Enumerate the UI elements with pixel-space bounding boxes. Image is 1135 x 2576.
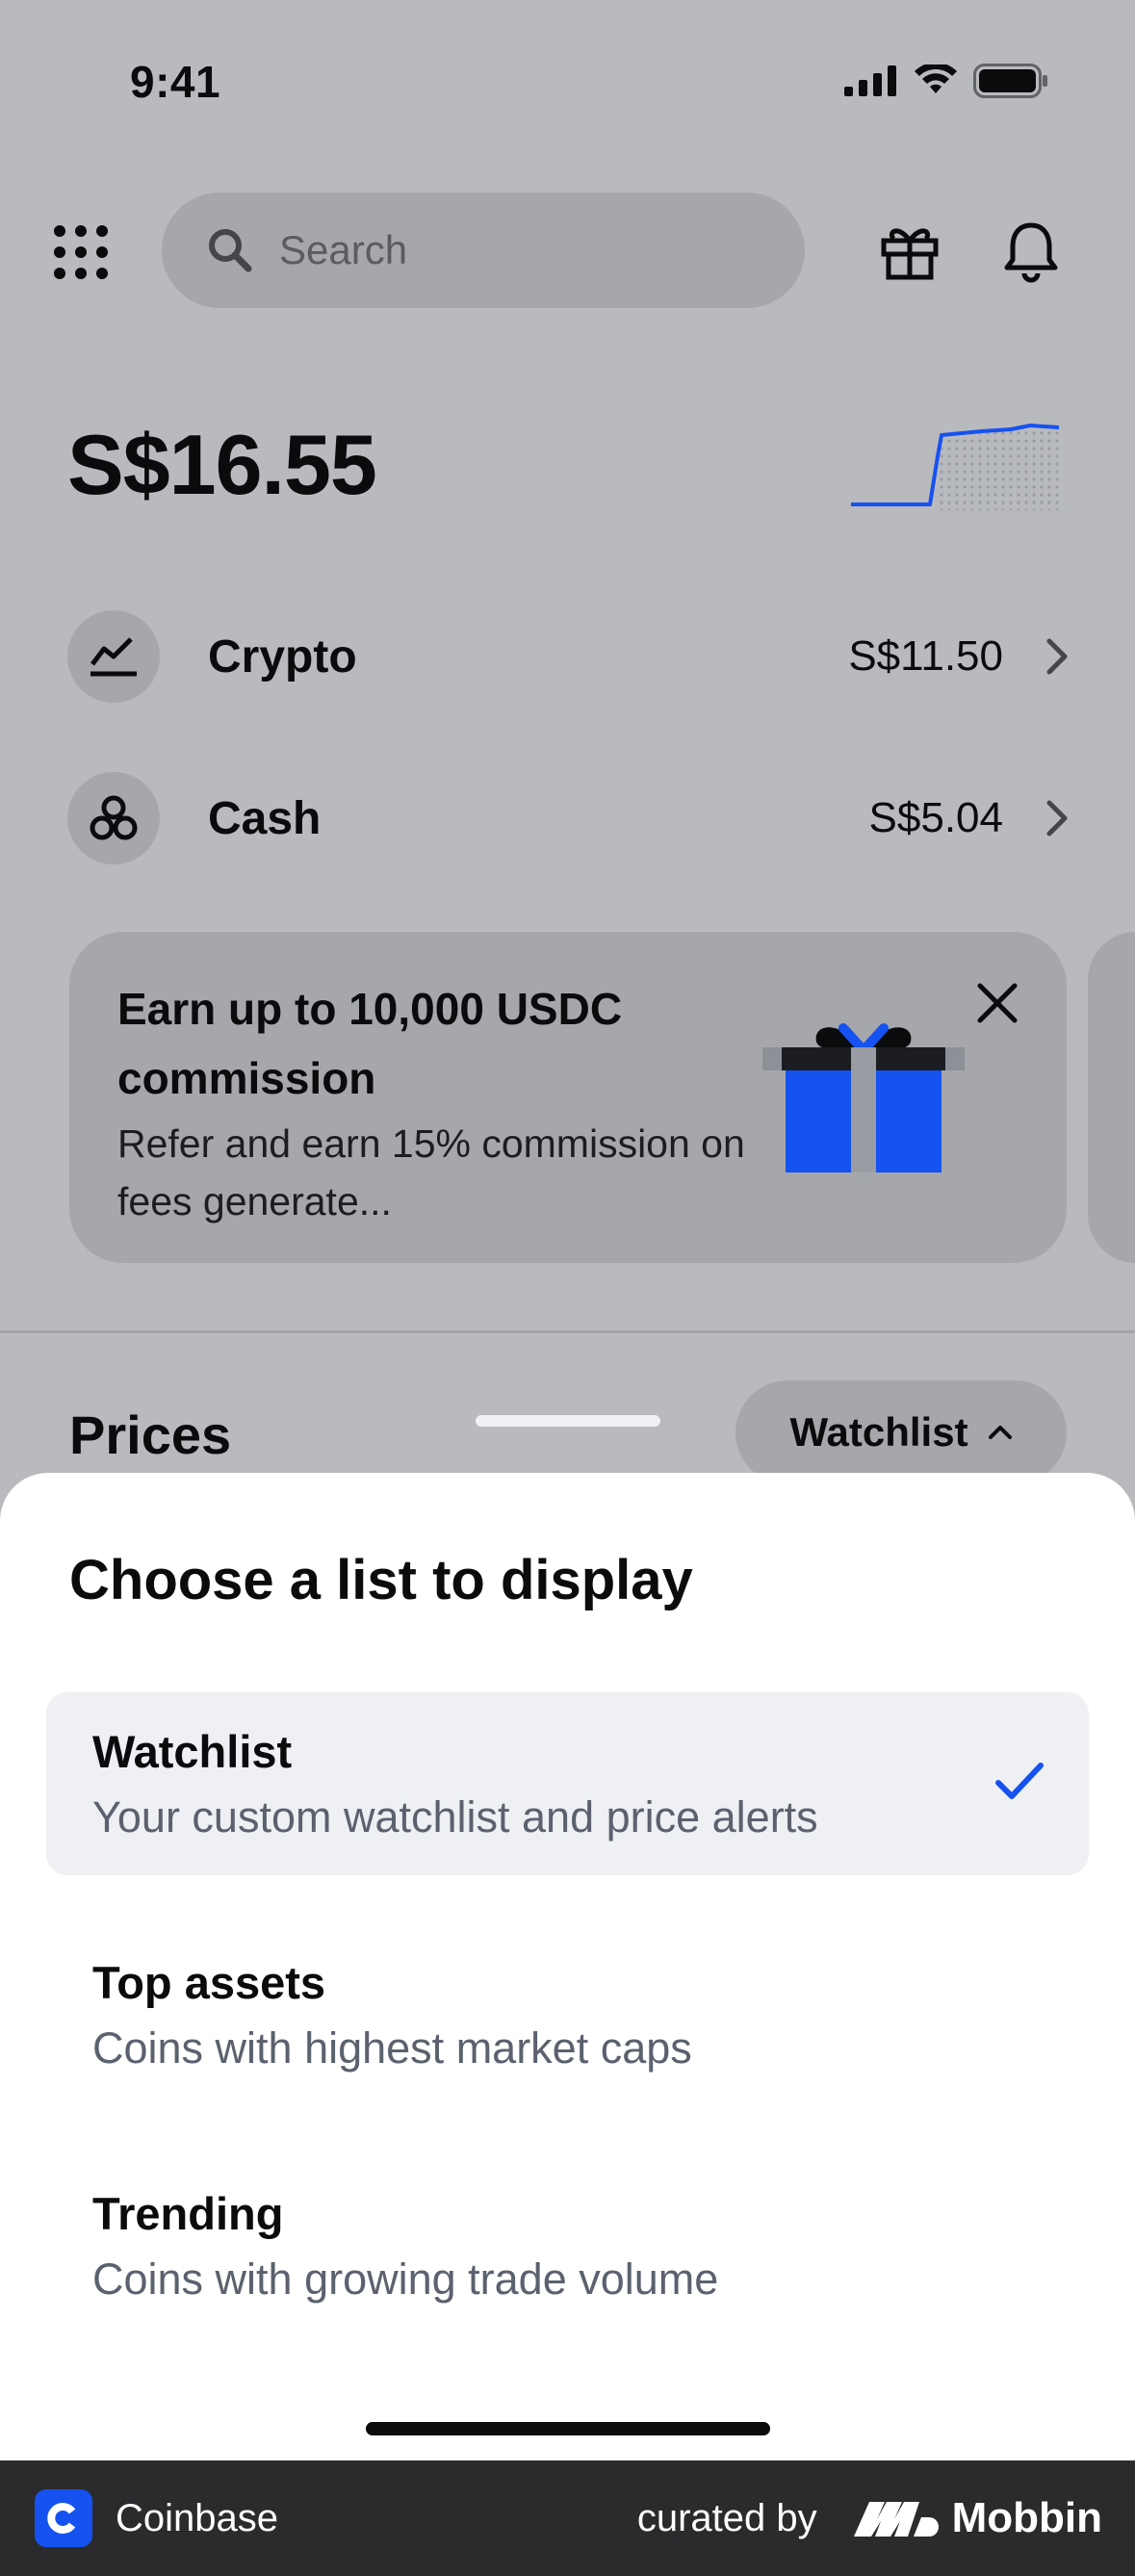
asset-label: Crypto	[208, 631, 357, 683]
top-bar: Search	[0, 193, 1135, 312]
asset-value: S$5.04	[868, 794, 1003, 841]
attribution-footer: Coinbase curated by Mobbin	[0, 2460, 1135, 2576]
sheet-grab-handle[interactable]	[476, 1415, 660, 1427]
close-icon[interactable]	[972, 978, 1022, 1028]
status-time: 9:41	[130, 57, 221, 107]
promo-body: Refer and earn 15% commission on fees ge…	[117, 1121, 745, 1224]
list-picker-sheet: Choose a list to display Watchlist Your …	[0, 1473, 1135, 2460]
option-subtitle: Coins with highest market caps	[92, 2023, 692, 2073]
battery-icon	[973, 64, 1047, 98]
brand-name: Mobbin	[951, 2494, 1102, 2541]
promo-title: Earn up to 10,000 USDC commission	[117, 984, 623, 1103]
list-option-trending[interactable]: Trending Coins with growing trade volume	[46, 2154, 1089, 2337]
list-option-watchlist[interactable]: Watchlist Your custom watchlist and pric…	[46, 1692, 1089, 1875]
cash-coins-icon	[67, 772, 160, 864]
home-indicator[interactable]	[366, 2422, 770, 2435]
checkmark-icon	[995, 1763, 1044, 1799]
watchlist-dropdown-button[interactable]: Watchlist	[735, 1380, 1067, 1484]
divider	[0, 1330, 1135, 1333]
search-bar[interactable]: Search	[162, 193, 805, 308]
mobbin-logo-icon	[853, 2502, 939, 2537]
referral-promo-card[interactable]: Earn up to 10,000 USDC commission Refer …	[69, 932, 1067, 1263]
asset-row-crypto[interactable]: Crypto S$11.50	[67, 608, 1069, 705]
notification-bell-icon[interactable]	[1001, 219, 1061, 283]
status-icons	[844, 64, 1048, 98]
option-subtitle: Coins with growing trade volume	[92, 2254, 719, 2304]
curated-by-label: curated by	[636, 2496, 817, 2539]
search-placeholder: Search	[279, 227, 408, 272]
gift-icon[interactable]	[880, 221, 940, 281]
prices-title: Prices	[69, 1404, 232, 1465]
option-title: Top assets	[92, 1957, 326, 2008]
balance-sparkline[interactable]	[847, 416, 1059, 512]
option-title: Trending	[92, 2188, 284, 2239]
chevron-right-icon	[1046, 638, 1068, 675]
list-option-top-assets[interactable]: Top assets Coins with highest market cap…	[46, 1923, 1089, 2106]
portfolio-balance: S$16.55	[67, 417, 377, 512]
coinbase-logo-icon	[35, 2489, 92, 2547]
status-bar: 9:41	[0, 0, 1135, 164]
search-icon	[209, 229, 252, 272]
gift-illustration-icon	[762, 1023, 965, 1172]
chevron-right-icon	[1046, 800, 1068, 837]
wifi-icon	[915, 64, 957, 93]
chevron-up-icon	[988, 1426, 1012, 1439]
app-name: Coinbase	[116, 2496, 279, 2539]
option-subtitle: Your custom watchlist and price alerts	[92, 1792, 818, 1842]
watchlist-dropdown-label: Watchlist	[789, 1409, 968, 1455]
cellular-signal-icon	[844, 65, 896, 96]
next-promo-card[interactable]	[1088, 932, 1135, 1263]
asset-row-cash[interactable]: Cash S$5.04	[67, 770, 1069, 866]
app-grid-icon[interactable]	[54, 225, 108, 279]
sheet-title: Choose a list to display	[69, 1549, 693, 1611]
crypto-chart-icon	[67, 610, 160, 703]
asset-value: S$11.50	[848, 632, 1003, 680]
asset-label: Cash	[208, 792, 322, 844]
option-title: Watchlist	[92, 1726, 293, 1777]
